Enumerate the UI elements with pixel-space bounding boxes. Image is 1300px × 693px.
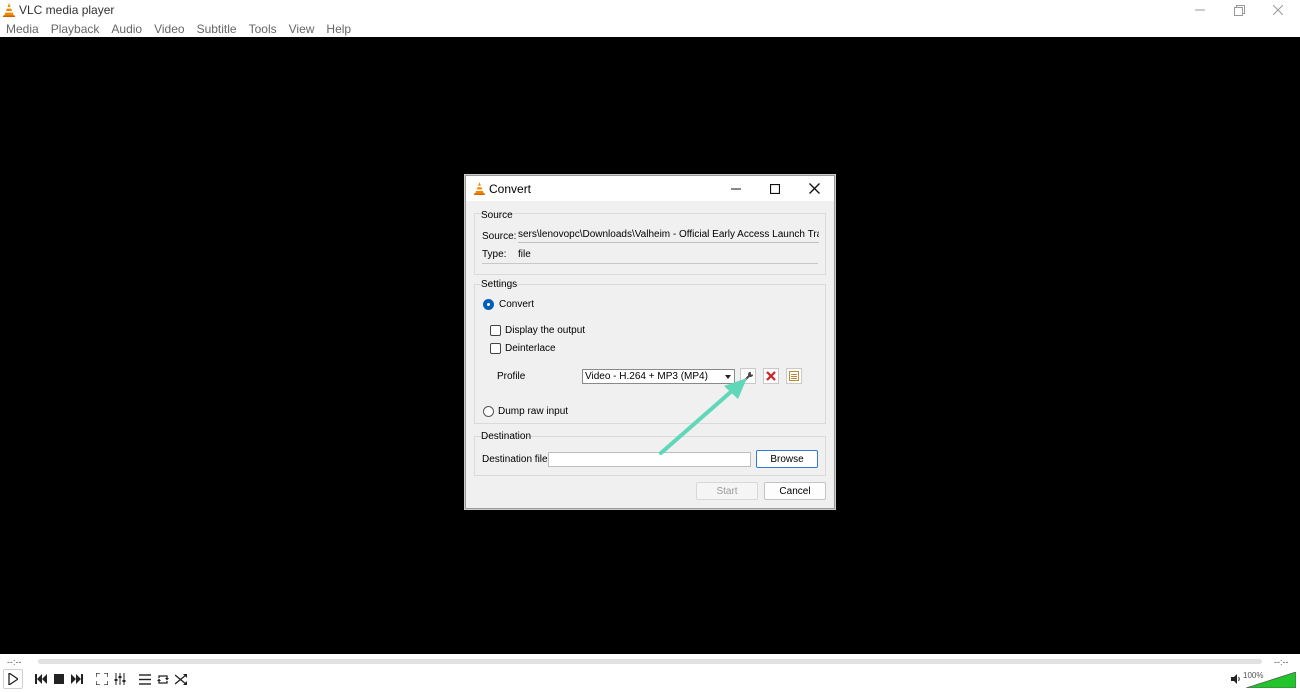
start-button[interactable]: Start (696, 482, 758, 500)
browse-button[interactable]: Browse (756, 450, 818, 468)
profile-selected-value: Video - H.264 + MP3 (MP4) (585, 371, 708, 382)
extended-settings-button[interactable] (111, 670, 129, 688)
close-button[interactable] (1258, 0, 1298, 20)
menu-view[interactable]: View (289, 22, 315, 36)
menu-media[interactable]: Media (6, 22, 39, 36)
maximize-icon (770, 183, 780, 194)
title-bar: VLC media player (0, 0, 1300, 20)
new-profile-button[interactable] (786, 368, 802, 384)
source-divider (482, 263, 818, 264)
mute-button[interactable] (1229, 670, 1243, 688)
profile-dropdown[interactable]: Video - H.264 + MP3 (MP4) (582, 369, 735, 384)
new-profile-icon (789, 371, 799, 381)
convert-radio-label: Convert (499, 299, 535, 310)
close-icon (808, 183, 820, 194)
skip-forward-icon (71, 674, 83, 684)
deinterlace-checkbox[interactable] (490, 343, 501, 354)
source-group-title: Source (481, 210, 513, 221)
menu-subtitle[interactable]: Subtitle (197, 22, 237, 36)
destination-file-input[interactable] (548, 452, 751, 467)
elapsed-time: --:-- (7, 657, 22, 667)
convert-dialog: Convert Source Source: sers\lenovopc\Dow… (465, 175, 835, 509)
fullscreen-button[interactable] (93, 670, 111, 688)
volume-slider[interactable] (1246, 672, 1296, 688)
chevron-down-icon (725, 375, 731, 379)
settings-group-title: Settings (481, 279, 518, 290)
minimize-icon (731, 188, 741, 189)
convert-radio[interactable] (483, 299, 494, 310)
shuffle-button[interactable] (172, 670, 190, 688)
skip-back-icon (35, 674, 47, 684)
dialog-title: Convert (489, 182, 532, 196)
minimize-icon (1195, 9, 1205, 11)
edit-profile-button[interactable] (740, 368, 756, 384)
dump-raw-label: Dump raw input (498, 406, 569, 417)
loop-button[interactable] (154, 670, 172, 688)
source-label: Source: (482, 231, 517, 242)
seek-row: --:-- --:-- (0, 654, 1300, 668)
shuffle-icon (175, 673, 187, 685)
stop-icon (54, 674, 64, 684)
vlc-cone-icon (474, 182, 485, 195)
dump-raw-radio[interactable] (483, 406, 494, 417)
dialog-close-button[interactable] (794, 176, 834, 201)
dialog-maximize-button[interactable] (755, 176, 795, 201)
window-title: VLC media player (19, 3, 115, 17)
delete-profile-button[interactable] (763, 368, 779, 384)
minimize-button[interactable] (1180, 0, 1220, 20)
menu-tools[interactable]: Tools (249, 22, 277, 36)
restore-icon (1233, 4, 1245, 16)
dialog-minimize-button[interactable] (716, 176, 756, 201)
speaker-icon (1231, 674, 1240, 684)
previous-button[interactable] (32, 670, 50, 688)
vlc-cone-icon (3, 3, 15, 17)
playlist-button[interactable] (136, 670, 154, 688)
close-icon (1273, 5, 1283, 15)
menu-help[interactable]: Help (326, 22, 351, 36)
restore-button[interactable] (1219, 0, 1259, 20)
type-value: file (518, 249, 531, 260)
seek-slider[interactable] (38, 659, 1262, 664)
destination-group-title: Destination (481, 431, 532, 442)
playlist-icon (139, 673, 151, 685)
playback-controls: 100% (0, 668, 1300, 693)
destination-file-label: Destination file: (482, 454, 551, 465)
equalizer-icon (114, 673, 126, 685)
remaining-time: --:-- (1274, 657, 1289, 667)
type-label: Type: (482, 249, 507, 260)
next-button[interactable] (68, 670, 86, 688)
play-icon (8, 673, 18, 685)
deinterlace-label: Deinterlace (505, 343, 556, 354)
display-output-label: Display the output (505, 325, 586, 336)
fullscreen-icon (96, 673, 108, 685)
menu-audio[interactable]: Audio (111, 22, 142, 36)
wrench-icon (742, 371, 753, 382)
profile-label: Profile (497, 371, 526, 382)
menu-bar: Media Playback Audio Video Subtitle Tool… (0, 20, 1300, 37)
display-output-checkbox[interactable] (490, 325, 501, 336)
source-group (474, 213, 826, 275)
play-button[interactable] (3, 669, 23, 689)
loop-icon (157, 674, 169, 684)
cancel-button[interactable]: Cancel (764, 482, 826, 500)
source-path-field[interactable]: sers\lenovopc\Downloads\Valheim - Offici… (518, 229, 819, 243)
menu-playback[interactable]: Playback (51, 22, 100, 36)
delete-x-icon (766, 371, 776, 381)
menu-video[interactable]: Video (154, 22, 184, 36)
stop-button[interactable] (50, 670, 68, 688)
dialog-title-bar: Convert (466, 176, 834, 201)
